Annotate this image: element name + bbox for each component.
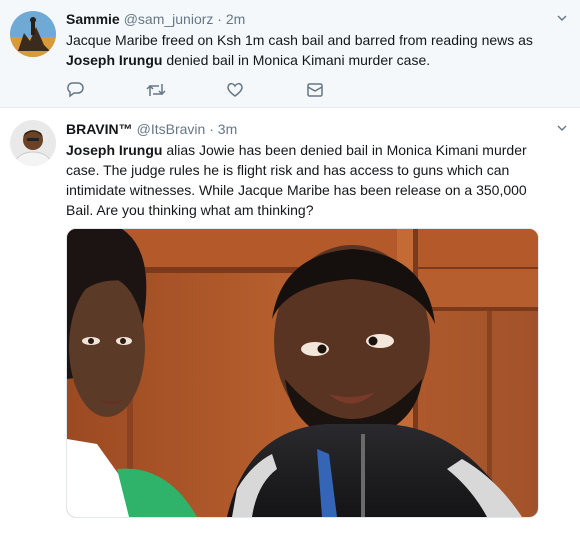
separator: · — [217, 11, 222, 27]
timestamp[interactable]: 3m — [218, 121, 237, 137]
chevron-down-icon[interactable] — [556, 122, 568, 134]
user-handle[interactable]: @sam_juniorz — [124, 11, 214, 27]
retweet-button[interactable] — [146, 80, 226, 100]
display-name[interactable]: Sammie — [66, 11, 120, 27]
tweet-text-bold: Joseph Irungu — [66, 142, 163, 158]
separator: · — [209, 121, 214, 137]
tweet-photo[interactable] — [66, 228, 539, 518]
retweet-icon — [146, 84, 166, 96]
avatar[interactable] — [10, 11, 56, 57]
heart-icon — [227, 82, 243, 97]
avatar[interactable] — [10, 120, 56, 166]
tweet-text-bold: Joseph Irungu — [66, 52, 163, 68]
like-button[interactable] — [226, 80, 306, 100]
tweet-text: Joseph Irungu alias Jowie has been denie… — [66, 140, 550, 220]
display-name[interactable]: BRAVIN™ — [66, 121, 133, 137]
message-button[interactable] — [306, 80, 386, 100]
tweet-sammie[interactable]: Sammie @sam_juniorz · 2m Jacque Maribe fr… — [0, 0, 580, 108]
reply-icon — [67, 82, 84, 98]
reply-button[interactable] — [66, 80, 146, 100]
tweet-actions — [66, 80, 386, 100]
tweet-text-part: denied bail in Monica Kimani murder case… — [162, 52, 431, 68]
user-handle[interactable]: @ItsBravin — [137, 121, 206, 137]
tweet-text-part: Jacque Maribe freed on Ksh 1m cash bail … — [66, 32, 533, 48]
tweet-bravin[interactable]: BRAVIN™ @ItsBravin · 3m Joseph Irungu ali… — [0, 108, 580, 534]
envelope-icon — [307, 83, 323, 97]
timestamp[interactable]: 2m — [226, 11, 245, 27]
chevron-down-icon[interactable] — [556, 12, 568, 24]
tweet-text: Jacque Maribe freed on Ksh 1m cash bail … — [66, 30, 550, 70]
